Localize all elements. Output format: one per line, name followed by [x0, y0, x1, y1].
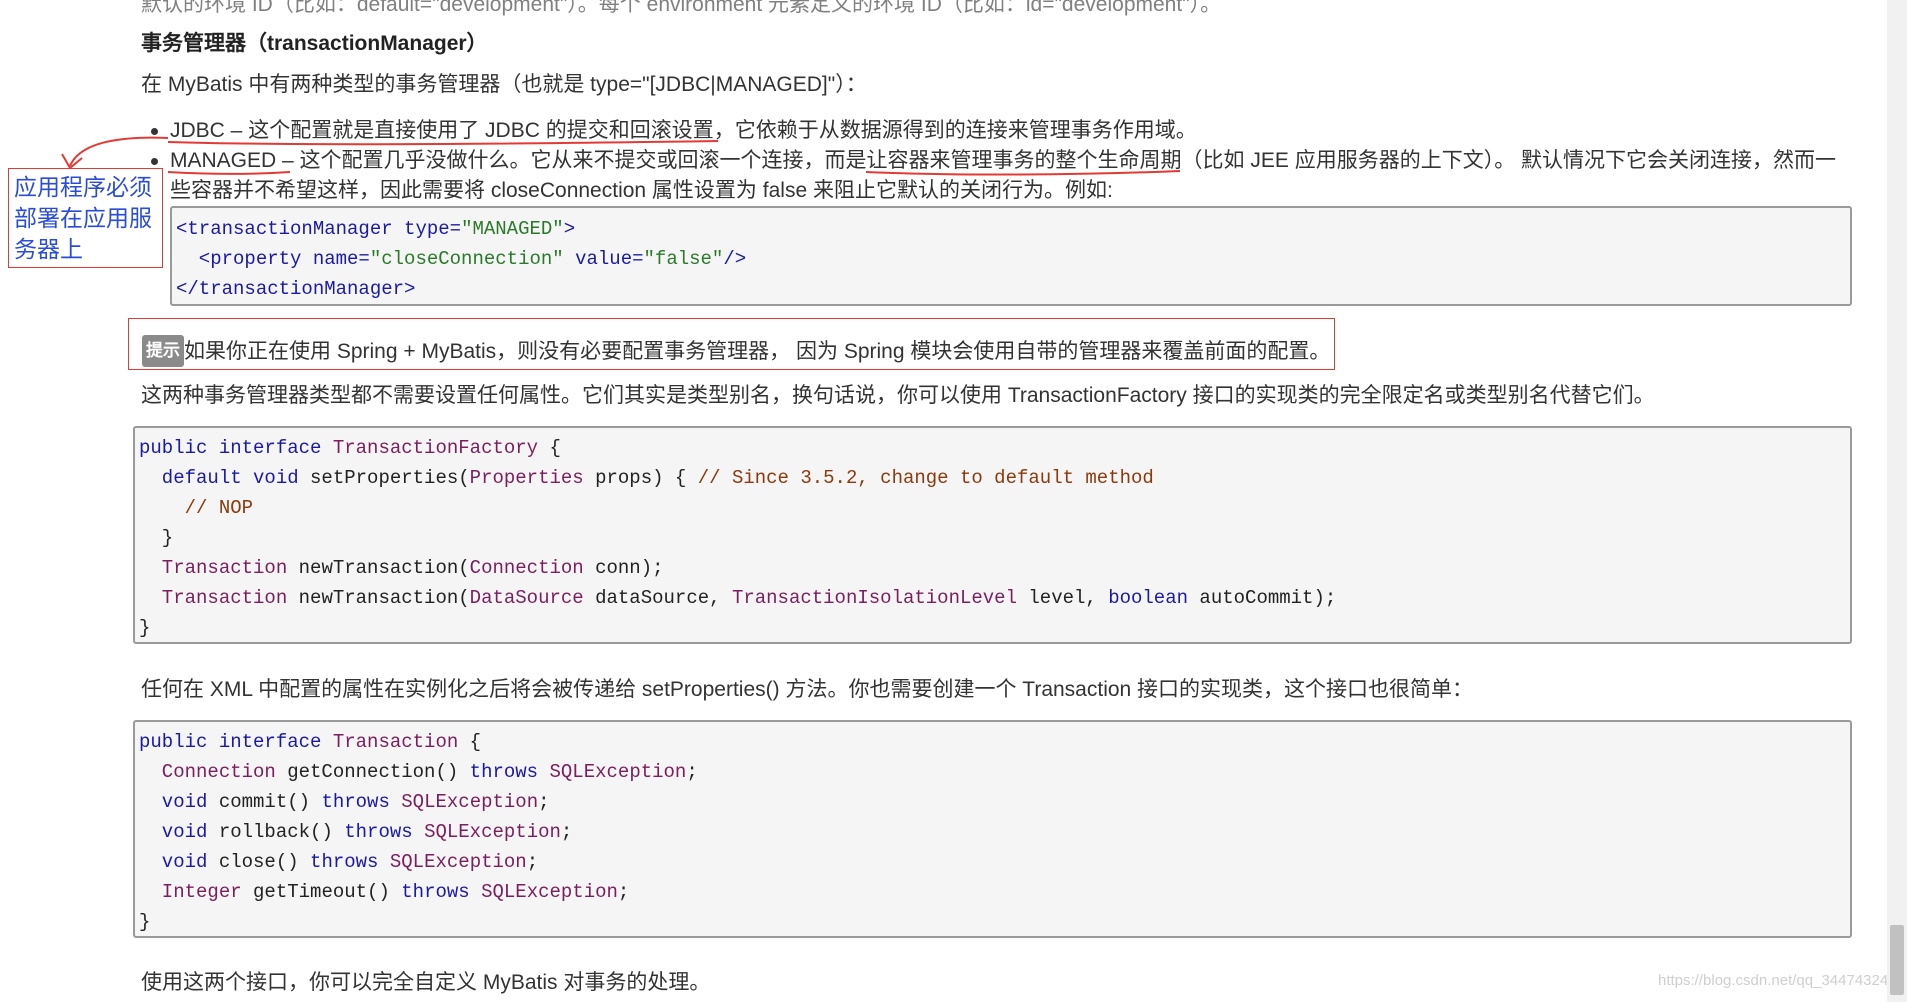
code-token: Connection — [469, 557, 584, 579]
paragraph-transaction: 任何在 XML 中配置的属性在实例化之后将会被传递给 setProperties… — [141, 678, 1474, 701]
code-token: "closeConnection" — [369, 248, 564, 270]
code-line: Connection getConnection() throws SQLExc… — [139, 757, 698, 787]
annotation-note-line-3: 务器上 — [14, 237, 83, 263]
code-token: } — [139, 911, 151, 933]
code-token: close() — [218, 851, 311, 873]
watermark: https://blog.csdn.net/qq_34474324 — [1658, 972, 1889, 989]
code-line: } — [139, 613, 150, 643]
code-line: Transaction newTransaction(DataSource da… — [139, 583, 1336, 613]
code-token: boolean — [1108, 587, 1189, 609]
code-token: type= — [404, 218, 462, 240]
code-token: level, — [1016, 587, 1109, 609]
code-line: </transactionManager> — [176, 274, 415, 304]
code-token: "MANAGED" — [461, 218, 564, 240]
code-token: <property — [176, 248, 313, 270]
code-token: void — [139, 791, 219, 813]
code-token: // NOP — [139, 497, 254, 519]
code-token: newTransaction( — [287, 587, 470, 609]
code-token: "false" — [643, 248, 724, 270]
paragraph-factory: 这两种事务管理器类型都不需要设置任何属性。它们其实是类型别名，换句话说，你可以使… — [141, 384, 1655, 407]
code-token: throws — [469, 761, 550, 783]
code-token: name= — [312, 248, 370, 270]
code-line: <transactionManager type="MANAGED"> — [176, 214, 575, 244]
annotation-note-line-1: 应用程序必须 — [14, 175, 152, 201]
code-line: Integer getTimeout() throws SQLException… — [139, 877, 630, 907]
annotation-note-line-2: 部署在应用服 — [14, 206, 152, 232]
code-line: void close() throws SQLException; — [139, 847, 538, 877]
code-line: // NOP — [139, 493, 253, 523]
code-line: void rollback() throws SQLException; — [139, 817, 573, 847]
code-token: public interface — [139, 437, 333, 459]
xml-code-block: <transactionManager type="MANAGED"> <pro… — [170, 206, 1852, 306]
code-token: TransactionIsolationLevel — [731, 587, 1017, 609]
code-token: rollback() — [218, 821, 345, 843]
code-token: ; — [526, 851, 539, 873]
code-token: DataSource — [469, 587, 584, 609]
code-token: newTransaction( — [287, 557, 470, 579]
code-token: Transaction — [139, 587, 288, 609]
code-token: Connection — [139, 761, 276, 783]
code-token: Properties — [469, 467, 584, 489]
code-token: Transaction — [332, 731, 459, 753]
code-token: void — [139, 821, 219, 843]
code-token: } — [139, 617, 151, 639]
code-token: { — [458, 731, 482, 753]
code-token: autoCommit); — [1188, 587, 1337, 609]
code-line: public interface TransactionFactory { — [139, 433, 561, 463]
code-line: public interface Transaction { — [139, 727, 481, 757]
code-token: // Since 3.5.2, change to default method — [697, 467, 1154, 489]
code-token: SQLException — [481, 881, 618, 903]
code-token: </transactionManager> — [176, 278, 416, 300]
tip-badge: 提示 — [142, 335, 184, 367]
code-token: } — [139, 527, 174, 549]
code-token: getConnection() — [275, 761, 470, 783]
code-token: /> — [723, 248, 747, 270]
code-token: Transaction — [139, 557, 288, 579]
code-token: throws — [310, 851, 390, 873]
code-token: value= — [563, 248, 644, 270]
code-token: dataSource, — [583, 587, 732, 609]
vertical-scrollbar-track[interactable] — [1887, 0, 1907, 1002]
factory-code-block: public interface TransactionFactory { de… — [133, 426, 1852, 644]
code-line: void commit() throws SQLException; — [139, 787, 550, 817]
code-token: public interface — [139, 731, 333, 753]
code-token: throws — [344, 821, 425, 843]
tip-text: 如果你正在使用 Spring + MyBatis，则没有必要配置事务管理器， 因… — [184, 340, 1331, 363]
code-token: getTimeout() — [241, 881, 402, 903]
tip-row: 提示 如果你正在使用 Spring + MyBatis，则没有必要配置事务管理器，… — [142, 335, 1330, 367]
code-line: default void setProperties(Properties pr… — [139, 463, 1154, 493]
vertical-scrollbar-thumb[interactable] — [1890, 925, 1904, 995]
code-token: TransactionFactory — [332, 437, 539, 459]
transaction-code-block: public interface Transaction { Connectio… — [133, 720, 1852, 938]
code-token: void — [139, 851, 219, 873]
code-token: conn); — [583, 557, 664, 579]
code-token: ; — [617, 881, 630, 903]
paragraph-final: 使用这两个接口，你可以完全自定义 MyBatis 对事务的处理。 — [141, 971, 711, 994]
code-line: } — [139, 907, 150, 937]
code-token: ; — [538, 791, 550, 813]
code-token: throws — [321, 791, 402, 813]
code-token: ; — [686, 761, 698, 783]
code-line: } — [139, 523, 173, 553]
code-token: SQLException — [424, 821, 561, 843]
code-token: commit() — [218, 791, 322, 813]
code-token: props) { — [583, 467, 698, 489]
code-token: SQLException — [401, 791, 539, 813]
code-line: Transaction newTransaction(Connection co… — [139, 553, 664, 583]
code-token: SQLException — [549, 761, 687, 783]
code-token: throws — [401, 881, 482, 903]
code-token: SQLException — [389, 851, 527, 873]
code-token: > — [563, 218, 576, 240]
code-token: <transactionManager — [176, 218, 405, 240]
code-token: ; — [560, 821, 573, 843]
code-line: <property name="closeConnection" value="… — [176, 244, 746, 274]
code-token: default void — [139, 467, 311, 489]
code-token: { — [538, 437, 561, 459]
code-token: setProperties( — [310, 467, 470, 489]
code-token: Integer — [139, 881, 242, 903]
